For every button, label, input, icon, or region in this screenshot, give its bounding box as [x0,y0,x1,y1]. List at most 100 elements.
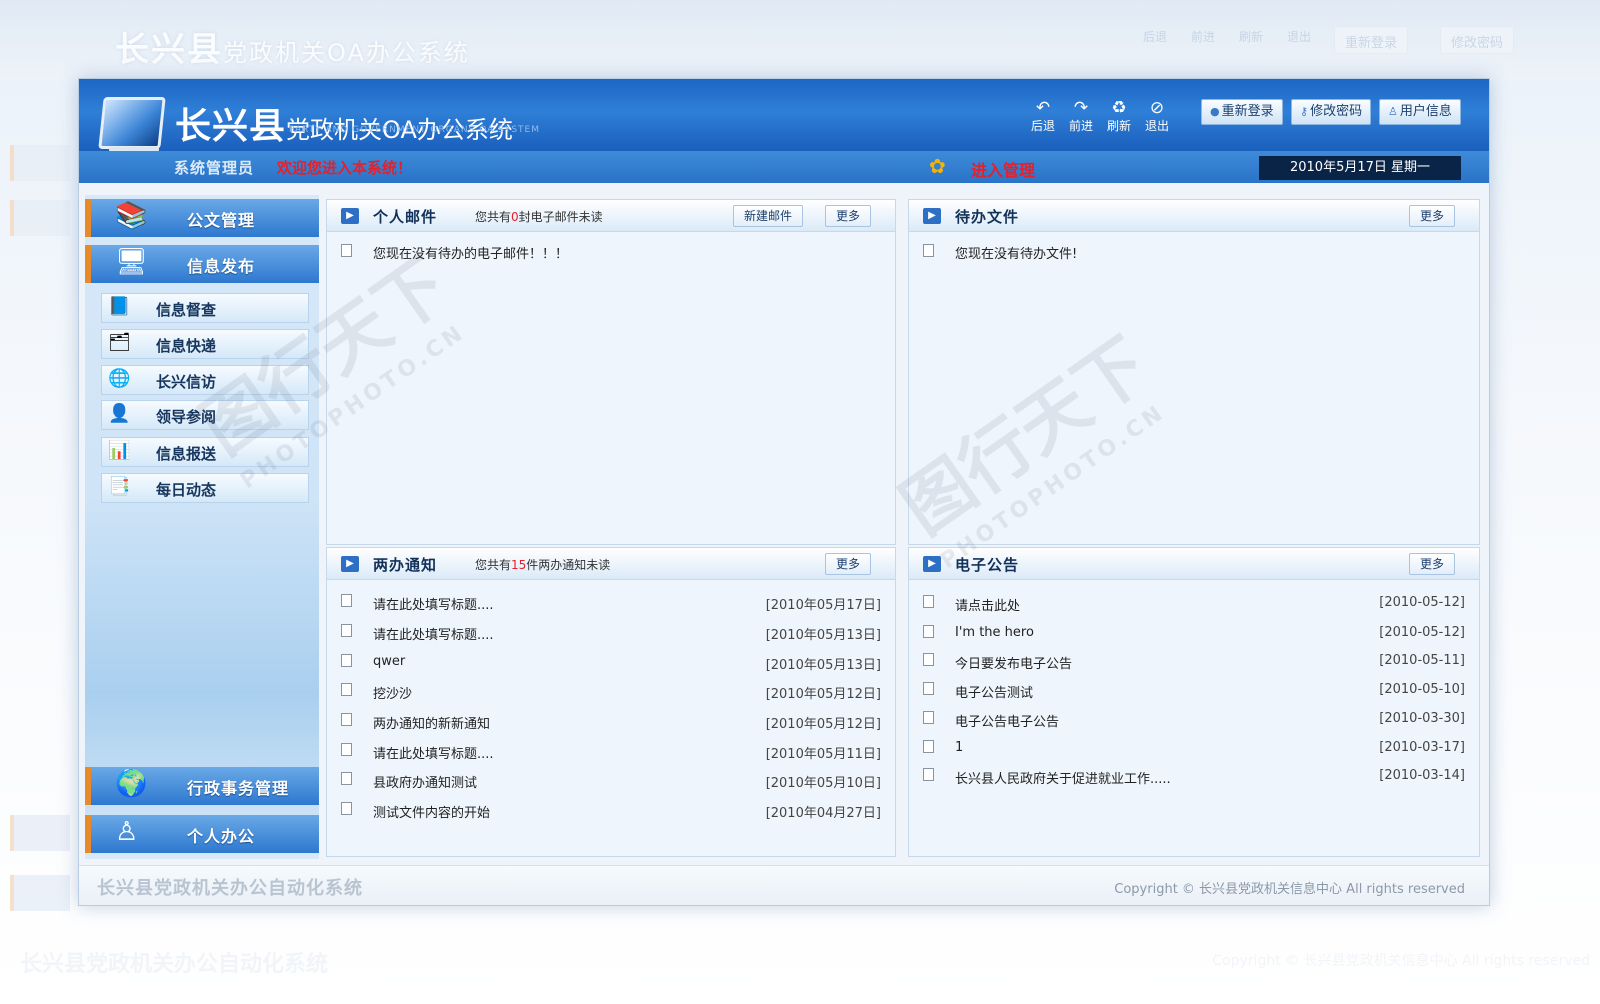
relogin-button[interactable]: ● 重新登录 [1201,99,1283,125]
notice-more-button[interactable]: 更多 [825,553,872,575]
nav-info-publish[interactable]: 🖥 信息发布 [85,245,319,283]
exit-icon: ⊘ [1149,98,1165,118]
mail-unread-info: 您共有0封电子邮件未读 [475,208,603,225]
mail-more-button[interactable]: 更多 [825,205,872,227]
exit-button[interactable]: ⊘ 退出 [1143,99,1171,134]
bulletin-row[interactable]: 1 [2010-03-17] [921,738,1465,760]
nav-label: 信息发布 [187,257,256,276]
background-ghost-nav [10,200,70,236]
notice-row[interactable]: 两办通知的新新通知 [2010年05月12日] [339,711,881,733]
bulletin-date: [2010-05-12] [1379,625,1465,640]
bulletin-more-button[interactable]: 更多 [1409,553,1456,575]
bulletin-title: 请点击此处 [955,599,1021,614]
nav-sub-label: 每日动态 [156,481,217,499]
notice-row[interactable]: qwer [2010年05月13日] [339,652,881,674]
globe-icon: 🌐 [108,368,131,389]
document-icon [923,244,934,257]
bulletin-row[interactable]: 今日要发布电子公告 [2010-05-11] [921,651,1465,673]
info-suffix: 件两办通知未读 [526,558,611,572]
notice-row[interactable]: 请在此处填写标题.... [2010年05月11日] [339,741,881,763]
mail-panel: ▶ 个人邮件 您共有0封电子邮件未读 新建邮件 更多 您现在没有待办的电子邮件！… [326,199,896,545]
nav-info-express[interactable]: 🗂 信息快递 [101,329,309,359]
bulletin-row[interactable]: 请点击此处 [2010-05-12] [921,593,1465,615]
bulletin-row[interactable]: 电子公告电子公告 [2010-03-30] [921,709,1465,731]
notice-row[interactable]: 请在此处填写标题.... [2010年05月17日] [339,592,881,614]
background-ghost-relogin: 重新登录 [1334,26,1409,54]
arrow-icon: ▶ [341,556,359,572]
bulletin-title: 电子公告电子公告 [955,715,1060,730]
documents-icon: 📚 [115,201,148,231]
nav-admin-affairs[interactable]: 🌍 行政事务管理 [85,767,319,805]
document-icon [341,683,352,696]
notice-row[interactable]: 测试文件内容的开始 [2010年04月27日] [339,800,881,822]
sidebar: 📚 公文管理 🖥 信息发布 📘 信息督查 🗂 信息快递 🌐 长兴信访 👤 领导参… [85,195,319,859]
footer: 长兴县党政机关办公自动化系统 Copyright © 长兴县党政机关信息中心 A… [79,865,1489,905]
nav-personal-office[interactable]: ♙ 个人办公 [85,815,319,853]
current-date: 2010年5月17日 星期一 [1259,156,1461,180]
notice-row[interactable]: 挖沙沙 [2010年05月12日] [339,681,881,703]
enter-manage-link[interactable]: 进入管理 [971,157,1035,181]
notice-date: [2010年05月11日] [765,747,881,762]
notice-title: 请在此处填写标题.... [373,598,494,613]
mail-panel-header: ▶ 个人邮件 您共有0封电子邮件未读 新建邮件 更多 [327,200,895,232]
info-prefix: 您共有 [475,558,512,572]
document-icon [923,682,934,695]
key-icon: ⚷ [1300,105,1309,118]
notice-panel-title: 两办通知 [373,556,438,574]
document-icon [341,594,352,607]
bulletin-row[interactable]: I'm the hero [2010-05-12] [921,623,1465,645]
background-ghost-password: 修改密码 [1440,26,1515,54]
notice-title: 两办通知的新新通知 [373,717,491,732]
notice-unread-count: 15 [511,558,527,572]
manage-star-icon: ✿ [929,154,946,178]
bulletin-panel-title: 电子公告 [955,556,1020,574]
forward-button[interactable]: ↷ 前进 [1067,99,1095,134]
document-icon [923,595,934,608]
todo-more-button[interactable]: 更多 [1409,205,1456,227]
notice-title: qwer [373,654,406,669]
welcome-bar: 系统管理员 欢迎您进入本系统！ ✿ 进入管理 2010年5月17日 星期一 [79,151,1489,183]
nav-label: 个人办公 [187,827,256,846]
stack-icon: 📑 [108,476,131,497]
nav-sub-label: 信息报送 [156,445,217,463]
bulletin-title: 长兴县人民政府关于促进就业工作..... [955,772,1171,787]
system-title: 长兴县党政机关OA办公系统 [175,97,513,149]
bulletin-row[interactable]: 电子公告测试 [2010-05-10] [921,680,1465,702]
nav-info-report[interactable]: 📊 信息报送 [101,437,309,467]
refresh-icon: ♻ [1111,98,1127,118]
toolbar: ↶ 后退 ↷ 前进 ♻ 刷新 ⊘ 退出 [1029,99,1171,134]
notice-date: [2010年05月17日] [765,598,881,613]
notice-date: [2010年05月13日] [765,628,881,643]
document-icon [923,711,934,724]
background-ghost-nav [10,145,70,181]
back-button[interactable]: ↶ 后退 [1029,99,1057,134]
system-subtitle: PARTY AND GOVERNMENT ORGANS OA SYSTEM [289,125,541,135]
lock-icon: ● [1210,105,1220,118]
nav-document-management[interactable]: 📚 公文管理 [85,199,319,237]
bulletin-title: 今日要发布电子公告 [955,657,1073,672]
refresh-button[interactable]: ♻ 刷新 [1105,99,1133,134]
notice-row[interactable]: 县政府办通知测试 [2010年05月10日] [339,770,881,792]
forward-label: 前进 [1068,119,1093,133]
nav-daily-news[interactable]: 📑 每日动态 [101,473,309,503]
bulletin-date: [2010-03-14] [1379,768,1465,783]
user-icon: ♙ [1388,105,1398,118]
cards-icon: 🗂 [108,332,131,353]
bulletin-row[interactable]: 长兴县人民政府关于促进就业工作..... [2010-03-14] [921,766,1465,788]
bulletin-panel-header: ▶ 电子公告 更多 [909,548,1479,580]
welcome-message: 欢迎您进入本系统！ [277,159,413,177]
nav-info-supervision[interactable]: 📘 信息督查 [101,293,309,323]
mail-empty-text: 您现在没有待办的电子邮件！！！ [373,247,569,262]
notice-date: [2010年05月12日] [765,717,881,732]
background-ghost-nav [10,815,70,851]
change-password-button[interactable]: ⚷ 修改密码 [1291,99,1372,125]
nav-leader-reference[interactable]: 👤 领导参阅 [101,400,309,430]
nav-petition[interactable]: 🌐 长兴信访 [101,365,309,395]
background-ghost-footer-copyright: Copyright © 长兴县党政机关信息中心 All rights reser… [1212,953,1590,969]
user-info-button[interactable]: ♙ 用户信息 [1379,99,1461,125]
notice-row[interactable]: 请在此处填写标题.... [2010年05月13日] [339,622,881,644]
back-icon: ↶ [1035,98,1051,118]
monitor-icon: 🖥 [115,247,149,277]
notice-title: 请在此处填写标题.... [373,747,494,762]
new-mail-button[interactable]: 新建邮件 [733,205,804,227]
